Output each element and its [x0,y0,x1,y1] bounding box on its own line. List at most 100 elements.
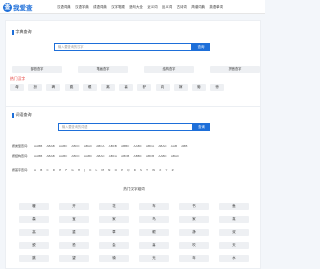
hot-word-cell[interactable]: 喜 [139,242,169,249]
nav-item[interactable]: 汉字笔顺 [111,4,125,9]
idiom-filter-link[interactable]: Z [172,168,174,172]
hot-word-cell[interactable]: 车 [139,203,169,210]
idiom-filter-link[interactable]: ABAB [47,144,55,148]
char-mode-button[interactable]: 笔画查字 [78,66,128,73]
idiom-filter-link[interactable]: H [78,168,80,172]
idiom-filter-link[interactable]: ABB [181,144,187,148]
idiom-filter-link[interactable]: P [121,168,123,172]
idiom-filter-link[interactable]: A [34,168,36,172]
hot-char[interactable]: 喜 [119,84,134,91]
idiom-filter-link[interactable]: C [47,168,49,172]
idiom-filter-link[interactable]: ABCA [146,144,154,148]
idiom-filter-link[interactable]: AAB [171,144,177,148]
idiom-filter-link[interactable]: S [140,168,142,172]
hot-word-cell[interactable]: 暖 [19,203,49,210]
idiom-filter-link[interactable]: J [84,168,85,172]
idiom-filter-link[interactable]: ABAC [171,154,179,158]
nav-item[interactable]: 英语单词 [209,4,223,9]
hot-char[interactable]: 母 [10,84,24,91]
idiom-filter-link[interactable]: AABC [59,154,67,158]
idiom-filter-link[interactable]: Y [166,168,168,172]
idiom-filter-link[interactable]: AABB [34,154,42,158]
idiom-filter-link[interactable]: ABAC [84,144,92,148]
idiom-filter-link[interactable]: ABCC [71,154,79,158]
nav-item[interactable]: 汉语词典 [57,4,71,9]
idiom-search-input[interactable]: 输入要查询的词语 [58,123,193,131]
idiom-filter-link[interactable]: ABAC [96,154,104,158]
hot-word-cell[interactable]: 鸟 [139,216,169,223]
hot-char[interactable]: 葡 [191,84,206,91]
idiom-filter-link[interactable]: ABAC [158,144,166,148]
hot-char[interactable]: 向 [155,84,170,91]
nav-item[interactable]: 近义词 [147,4,157,9]
idiom-filter-link[interactable]: AABC [133,144,141,148]
char-search-input[interactable]: 输入要查询的汉字 [54,43,192,51]
hot-word-cell[interactable]: 蜕 [19,242,49,249]
idiom-filter-link[interactable]: ABCB [109,144,117,148]
nav-item[interactable]: 汉语字典 [75,4,89,9]
idiom-filter-link[interactable]: K [89,168,91,172]
idiom-filter-link[interactable]: ABBC [121,144,129,148]
nav-item[interactable]: 古诗词 [177,4,187,9]
hot-word-cell[interactable]: 眼 [139,229,169,236]
idiom-filter-link[interactable]: X [159,168,161,172]
hot-char[interactable]: 碑 [46,84,61,91]
hot-word-cell[interactable]: 重 [59,229,89,236]
idiom-filter-link[interactable]: E [59,168,61,172]
idiom-filter-link[interactable]: W [152,168,155,172]
hot-word-cell[interactable]: 鱼 [219,203,249,210]
idiom-filter-link[interactable]: N [108,168,110,172]
hot-word-cell[interactable]: 书 [179,203,209,210]
idiom-filter-link[interactable]: AABC [84,154,92,158]
nav-item[interactable]: 反义词 [162,4,172,9]
idiom-filter-link[interactable]: AABC [158,154,166,158]
idiom-filter-link[interactable]: M [101,168,104,172]
hot-word-cell[interactable]: 跳 [19,255,49,262]
hot-char[interactable]: 惊 [210,84,225,91]
hot-word-cell[interactable]: 双 [219,229,249,236]
idiom-filter-link[interactable]: ABBC [134,154,142,158]
hot-char[interactable]: 离 [100,84,115,91]
idiom-filter-link[interactable]: AABB [34,144,42,148]
nav-item[interactable]: 造句大全 [129,4,143,9]
hot-word-cell[interactable]: 望 [59,255,89,262]
idiom-filter-link[interactable]: ABCC [71,144,79,148]
idiom-filter-link[interactable]: ABAB [47,154,55,158]
nav-item[interactable]: 简谱词典 [191,4,205,9]
hot-word-cell[interactable]: 静 [179,229,209,236]
hot-word-cell[interactable]: 会 [99,242,129,249]
hot-word-cell[interactable]: 高 [19,229,49,236]
idiom-filter-link[interactable]: Q [127,168,129,172]
hot-word-cell[interactable]: 骑 [99,255,129,262]
idiom-filter-link[interactable]: B [40,168,42,172]
hot-word-cell[interactable]: 家 [99,216,129,223]
hot-word-cell[interactable]: 光 [139,255,169,262]
char-mode-button[interactable]: 结构查字 [144,66,194,73]
hot-word-cell[interactable]: 花 [99,203,129,210]
site-logo[interactable]: 查 我爱查 [3,2,33,12]
hot-char[interactable]: 眼 [82,84,97,91]
hot-char[interactable]: 跳 [64,84,79,91]
idiom-filter-link[interactable]: F [65,168,67,172]
hot-word-cell[interactable]: 开 [59,203,89,210]
idiom-filter-link[interactable]: D [53,168,55,172]
idiom-search-button[interactable]: 查询 [193,123,210,131]
hot-char[interactable]: 驴 [137,84,152,91]
hot-word-cell[interactable]: 家 [179,216,209,223]
hot-word-cell[interactable]: 草 [99,229,129,236]
hot-word-cell[interactable]: 吹 [179,242,209,249]
idiom-filter-link[interactable]: ABCB [146,154,154,158]
hot-char[interactable]: 嫁 [173,84,188,91]
char-search-button[interactable]: 查询 [192,43,210,51]
idiom-filter-link[interactable]: AABC [59,144,67,148]
hot-word-cell[interactable]: 宝 [59,216,89,223]
idiom-filter-link[interactable]: ABCA [96,144,104,148]
idiom-filter-link[interactable]: T [146,168,148,172]
nav-item[interactable]: 成语词典 [93,4,107,9]
idiom-filter-link[interactable]: L [96,168,98,172]
hot-word-cell[interactable]: 真 [219,216,249,223]
idiom-filter-link[interactable]: G [71,168,73,172]
idiom-filter-link[interactable]: O [115,168,117,172]
hot-char[interactable]: 扮 [28,84,43,91]
hot-word-cell[interactable]: 水 [219,255,249,262]
